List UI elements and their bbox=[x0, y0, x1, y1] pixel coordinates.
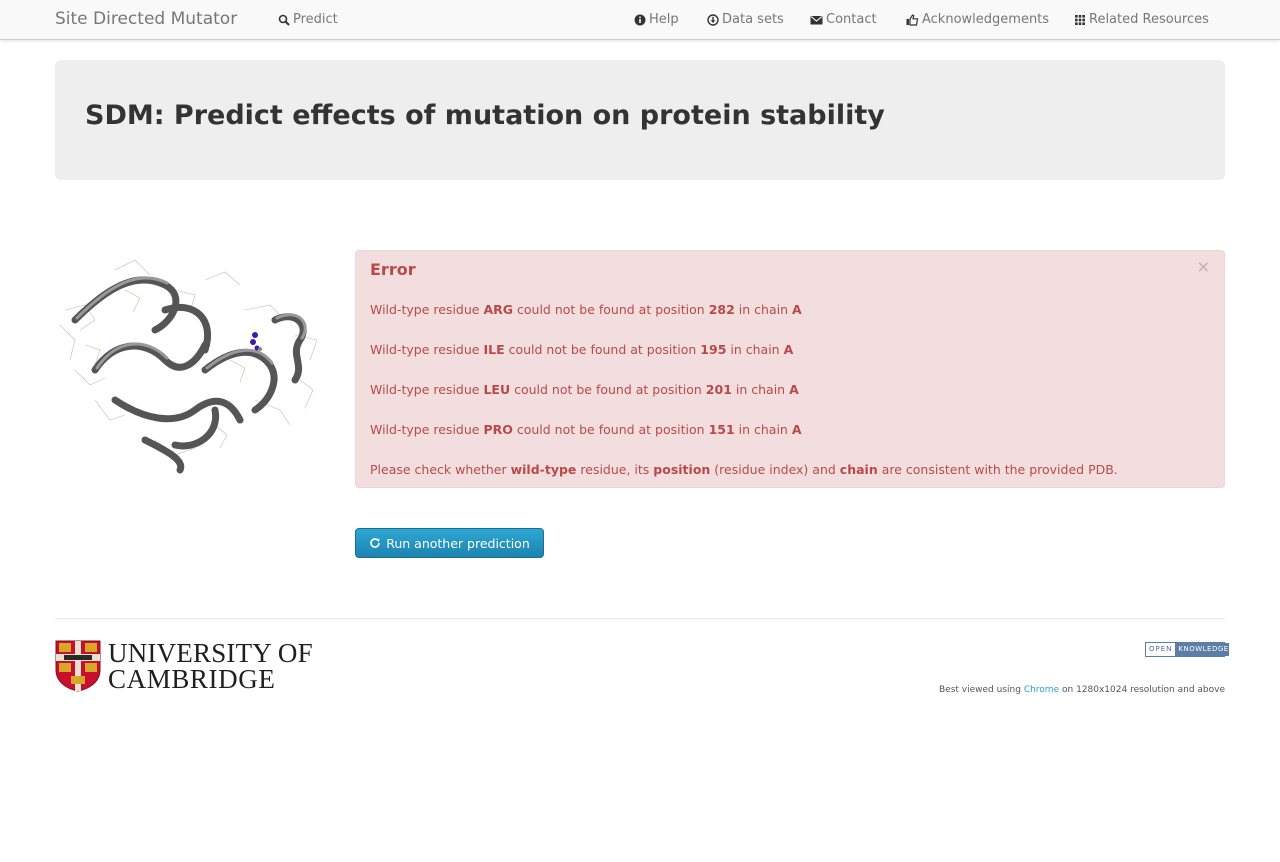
nav-item-acknowledgements[interactable]: Acknowledgements bbox=[906, 12, 1049, 27]
alert-title: Error bbox=[370, 260, 416, 279]
error-text: Wild-type residue bbox=[370, 382, 480, 397]
error-hint: Please check whether wild-type residue, … bbox=[370, 462, 1118, 477]
logo-text-line1: UNIVERSITY OF bbox=[108, 638, 313, 668]
residue-name: ARG bbox=[483, 302, 514, 317]
nav-item-related-resources[interactable]: Related Resources bbox=[1074, 12, 1209, 27]
nav-item-label: Data sets bbox=[722, 12, 784, 27]
badge-text-open: OPEN bbox=[1149, 645, 1173, 653]
residue-name: ILE bbox=[483, 342, 505, 357]
hint-text: Please check whether bbox=[370, 462, 507, 477]
university-of-cambridge-logo[interactable]: UNIVERSITY OF CAMBRIDGE bbox=[55, 640, 313, 694]
error-text: Wild-type residue bbox=[370, 422, 480, 437]
info-icon bbox=[634, 14, 646, 25]
grid-icon bbox=[1075, 14, 1085, 25]
error-text: could not be found at position bbox=[516, 422, 705, 437]
error-text: could not be found at position bbox=[514, 382, 702, 397]
residue-position: 282 bbox=[708, 302, 735, 317]
residue-name: PRO bbox=[483, 422, 513, 437]
error-message: Wild-type residue LEU could not be found… bbox=[370, 382, 799, 397]
hint-bold: position bbox=[653, 462, 711, 477]
cambridge-shield-icon bbox=[55, 640, 101, 692]
refresh-icon bbox=[370, 538, 381, 548]
download-icon bbox=[707, 13, 719, 26]
nav-item-predict[interactable]: Predict bbox=[278, 12, 338, 27]
nav-item-label: Predict bbox=[293, 12, 338, 27]
nav-item-label: Related Resources bbox=[1089, 12, 1209, 27]
error-text: could not be found at position bbox=[508, 342, 697, 357]
chrome-link[interactable]: Chrome bbox=[1024, 685, 1059, 695]
nav-item-help[interactable]: Help bbox=[634, 12, 679, 27]
protein-structure-image bbox=[59, 259, 318, 474]
best-viewed-note: Best viewed using Chrome on 1280x1024 re… bbox=[939, 685, 1225, 695]
error-text: in chain bbox=[738, 422, 788, 437]
hero-unit: SDM: Predict effects of mutation on prot… bbox=[55, 60, 1225, 180]
brand-link[interactable]: Site Directed Mutator bbox=[55, 9, 237, 29]
nav-item-label: Acknowledgements bbox=[922, 12, 1050, 27]
footer-divider bbox=[55, 618, 1225, 619]
error-text: could not be found at position bbox=[517, 302, 705, 317]
open-knowledge-badge[interactable]: OPEN KNOWLEDGE bbox=[1145, 642, 1229, 657]
search-icon bbox=[278, 14, 290, 26]
hint-bold: wild-type bbox=[510, 462, 577, 477]
error-text: Wild-type residue bbox=[370, 342, 480, 357]
residue-position: 151 bbox=[708, 422, 735, 437]
nav-item-label: Help bbox=[649, 12, 679, 27]
nav-item-data-sets[interactable]: Data sets bbox=[707, 12, 784, 27]
hint-text: are consistent with the provided PDB. bbox=[881, 462, 1118, 477]
error-message: Wild-type residue PRO could not be found… bbox=[370, 422, 802, 437]
hint-text: (residue index) and bbox=[714, 462, 836, 477]
error-message: Wild-type residue ILE could not be found… bbox=[370, 342, 793, 357]
error-alert: Error × Wild-type residue ARG could not … bbox=[355, 250, 1225, 488]
residue-position: 201 bbox=[705, 382, 732, 397]
error-message: Wild-type residue ARG could not be found… bbox=[370, 302, 802, 317]
envelope-icon bbox=[810, 15, 823, 24]
run-another-prediction-button[interactable]: Run another prediction bbox=[355, 528, 544, 558]
page-title: SDM: Predict effects of mutation on prot… bbox=[85, 100, 885, 131]
close-icon[interactable]: × bbox=[1197, 259, 1210, 275]
hint-bold: chain bbox=[839, 462, 878, 477]
thumbs-up-icon bbox=[906, 13, 919, 26]
chain-id: A bbox=[789, 382, 799, 397]
error-text: in chain bbox=[730, 342, 780, 357]
logo-text-line2: CAMBRIDGE bbox=[108, 664, 276, 694]
chain-id: A bbox=[791, 422, 802, 437]
badge-text-knowledge: KNOWLEDGE bbox=[1175, 643, 1229, 656]
button-label: Run another prediction bbox=[386, 535, 530, 551]
error-text: Wild-type residue bbox=[370, 302, 480, 317]
chain-id: A bbox=[783, 342, 794, 357]
residue-position: 195 bbox=[700, 342, 727, 357]
nav-item-label: Contact bbox=[826, 12, 877, 27]
best-viewed-suffix: on 1280x1024 resolution and above bbox=[1062, 685, 1225, 695]
navbar: Site Directed Mutator Predict Help Data … bbox=[0, 0, 1280, 40]
error-text: in chain bbox=[735, 382, 786, 397]
error-text: in chain bbox=[738, 302, 788, 317]
hint-text: residue, its bbox=[580, 462, 650, 477]
chain-id: A bbox=[791, 302, 802, 317]
nav-item-contact[interactable]: Contact bbox=[810, 12, 877, 27]
residue-name: LEU bbox=[483, 382, 511, 397]
best-viewed-prefix: Best viewed using bbox=[939, 685, 1021, 695]
